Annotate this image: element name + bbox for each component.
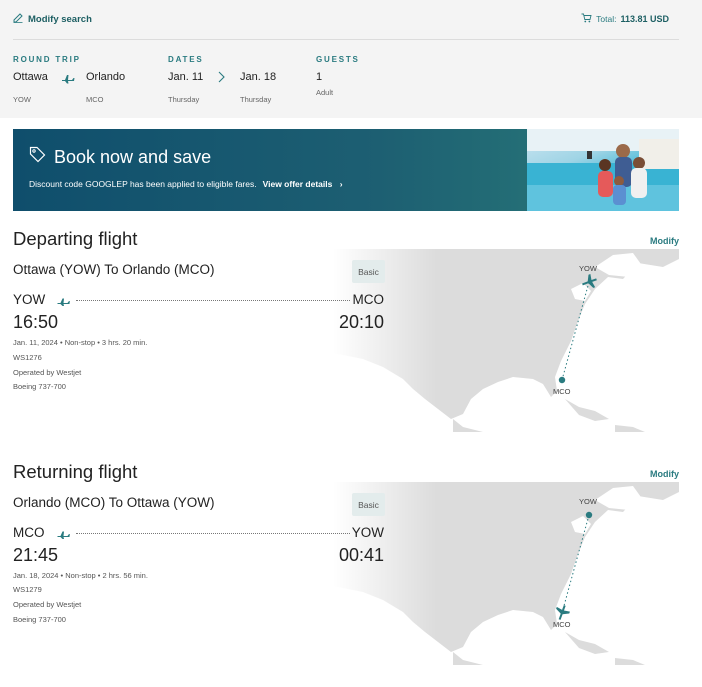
destination-code: MCO [86, 95, 104, 104]
round-trip-heading: ROUND TRIP [13, 55, 81, 64]
arrival-airport-code: MCO [352, 292, 385, 307]
route-dotted-line [76, 300, 350, 301]
banner-title: Book now and save [29, 146, 211, 168]
chevron-right-icon [218, 70, 225, 88]
modify-returning-link[interactable]: Modify [650, 469, 679, 479]
map-destination-label: YOW [579, 497, 597, 506]
departure-airport-code: MCO [13, 525, 45, 540]
view-offer-details-link[interactable]: View offer details › [263, 179, 343, 189]
depart-date: Jan. 11 [168, 71, 204, 83]
aircraft: Boeing 737-700 [13, 382, 66, 391]
modify-search-label: Modify search [28, 14, 92, 25]
operator: Operated by Westjet [13, 368, 82, 377]
guest-type: Adult [316, 88, 334, 97]
summary-header-row: Modify search Total: 113.81 USD [13, 0, 679, 40]
tag-icon [29, 146, 46, 168]
plane-icon [57, 293, 70, 311]
aircraft: Boeing 737-700 [13, 615, 66, 624]
total-label: Total: [596, 14, 617, 24]
view-offer-details-label: View offer details [262, 179, 333, 189]
operator: Operated by Westjet [13, 600, 82, 609]
cart-total[interactable]: Total: 113.81 USD [581, 13, 669, 25]
dates-summary: DATES Jan. 11 Thursday Jan. 18 Thursday [168, 55, 298, 104]
guest-count: 1 [316, 71, 323, 83]
chevron-right-icon: › [339, 179, 343, 189]
cart-icon [581, 13, 592, 25]
map-origin-label: MCO [553, 620, 571, 629]
plane-icon [61, 71, 75, 89]
fare-class-badge: Basic [352, 260, 385, 283]
returning-times: 21:45 00:41 [13, 545, 384, 567]
departing-route-text: Ottawa (YOW) To Orlando (MCO) [13, 262, 215, 277]
pencil-icon [13, 13, 23, 26]
origin-code: YOW [13, 95, 31, 104]
total-value: 113.81 USD [620, 14, 669, 24]
modify-departing-link[interactable]: Modify [650, 236, 679, 246]
guests-summary: GUESTS 1 Adult [316, 55, 360, 97]
flight-number: WS1276 [13, 353, 42, 362]
departure-time: 16:50 [13, 312, 59, 332]
dates-heading: DATES [168, 55, 204, 64]
arrival-airport-code: YOW [351, 525, 384, 540]
departing-airport-codes: YOW MCO [13, 292, 384, 310]
departure-airport-code: YOW [13, 292, 46, 307]
plane-icon [57, 526, 70, 544]
departing-times: 16:50 20:10 [13, 312, 384, 334]
flight-info: Jan. 18, 2024 • Non-stop • 2 hrs. 56 min… [13, 571, 148, 580]
trip-summary-bar: Modify search Total: 113.81 USD ROUND TR… [0, 0, 702, 118]
family-photo [527, 129, 679, 211]
destination-city: Orlando [86, 71, 126, 83]
arrival-time: 20:10 [338, 312, 384, 332]
depart-day: Thursday [168, 95, 200, 104]
returning-flight-title: Returning flight [13, 461, 138, 482]
departure-time: 21:45 [13, 545, 59, 565]
round-trip-summary: ROUND TRIP Ottawa YOW Orlando MCO [13, 55, 143, 104]
returning-flight-section: Returning flight Modify YOW MCO Orlando … [13, 461, 679, 665]
return-day: Thursday [240, 95, 272, 104]
route-dotted-line [76, 533, 350, 534]
returning-route-text: Orlando (MCO) To Ottawa (YOW) [13, 495, 215, 510]
promo-banner: Book now and save Discount code GOOGLEP … [13, 129, 679, 211]
banner-message: Discount code GOOGLEP has been applied t… [29, 179, 343, 189]
fare-class-badge: Basic [352, 493, 385, 516]
return-date: Jan. 18 [240, 71, 277, 83]
banner-discount-text: Discount code GOOGLEP has been applied t… [29, 179, 257, 189]
banner-title-text: Book now and save [54, 146, 212, 167]
departing-flight-title: Departing flight [13, 228, 138, 249]
arrival-time: 00:41 [338, 545, 384, 565]
flight-info: Jan. 11, 2024 • Non-stop • 3 hrs. 20 min… [13, 338, 148, 347]
returning-airport-codes: MCO YOW [13, 525, 384, 543]
flight-number: WS1279 [13, 585, 42, 594]
guests-heading: GUESTS [316, 55, 360, 64]
modify-search-link[interactable]: Modify search [13, 13, 92, 26]
origin-city: Ottawa [13, 71, 48, 83]
departing-flight-section: Departing flight Modify YOW MCO Ottawa (… [13, 228, 679, 432]
map-destination-label: MCO [553, 387, 571, 396]
map-origin-label: YOW [579, 264, 597, 273]
